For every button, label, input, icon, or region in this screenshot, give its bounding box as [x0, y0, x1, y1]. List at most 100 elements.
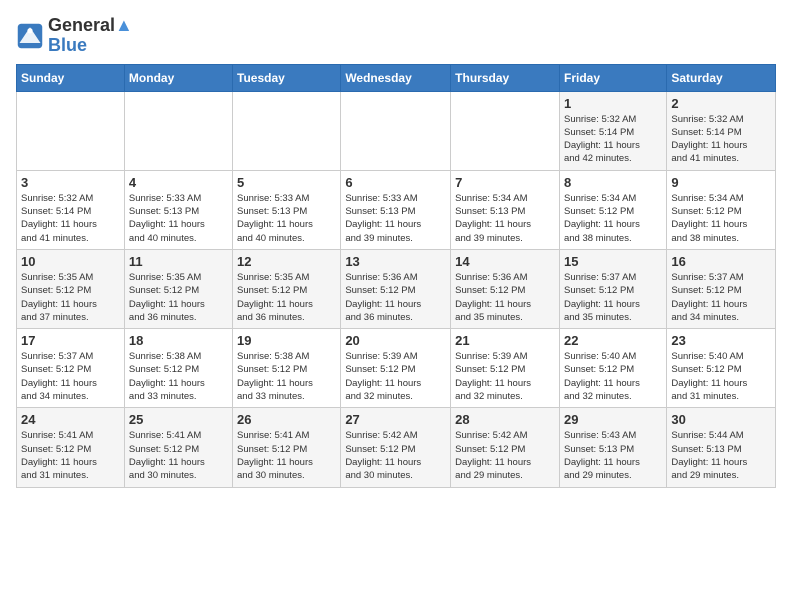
calendar-cell: 2 Sunrise: 5:32 AM Sunset: 5:14 PM Daylig…: [667, 91, 776, 170]
weekday-header-tuesday: Tuesday: [233, 64, 341, 91]
day-info: Sunrise: 5:34 AM Sunset: 5:12 PM Dayligh…: [564, 192, 662, 245]
calendar-cell: [451, 91, 560, 170]
calendar-cell: [17, 91, 125, 170]
day-info: Sunrise: 5:34 AM Sunset: 5:12 PM Dayligh…: [671, 192, 771, 245]
day-number: 29: [564, 412, 662, 427]
day-number: 6: [345, 175, 446, 190]
calendar-cell: 19Sunrise: 5:38 AM Sunset: 5:12 PM Dayli…: [233, 329, 341, 408]
calendar-cell: 27Sunrise: 5:42 AM Sunset: 5:12 PM Dayli…: [341, 408, 451, 487]
day-number: 1: [564, 96, 662, 111]
day-number: 28: [455, 412, 555, 427]
day-info: Sunrise: 5:39 AM Sunset: 5:12 PM Dayligh…: [455, 350, 555, 403]
day-info: Sunrise: 5:33 AM Sunset: 5:13 PM Dayligh…: [129, 192, 228, 245]
day-number: 24: [21, 412, 120, 427]
day-info: Sunrise: 5:35 AM Sunset: 5:12 PM Dayligh…: [21, 271, 120, 324]
day-info: Sunrise: 5:42 AM Sunset: 5:12 PM Dayligh…: [345, 429, 446, 482]
day-number: 18: [129, 333, 228, 348]
day-number: 12: [237, 254, 336, 269]
day-number: 14: [455, 254, 555, 269]
day-info: Sunrise: 5:37 AM Sunset: 5:12 PM Dayligh…: [21, 350, 120, 403]
day-info: Sunrise: 5:42 AM Sunset: 5:12 PM Dayligh…: [455, 429, 555, 482]
day-number: 7: [455, 175, 555, 190]
calendar-week-4: 17 Sunrise: 5:37 AM Sunset: 5:12 PM Dayli…: [17, 329, 776, 408]
day-info: Sunrise: 5:33 AM Sunset: 5:13 PM Dayligh…: [237, 192, 336, 245]
day-number: 21: [455, 333, 555, 348]
calendar-cell: 17 Sunrise: 5:37 AM Sunset: 5:12 PM Dayli…: [17, 329, 125, 408]
day-info: Sunrise: 5:38 AM Sunset: 5:12 PM Dayligh…: [237, 350, 336, 403]
weekday-header-wednesday: Wednesday: [341, 64, 451, 91]
calendar-cell: [124, 91, 232, 170]
calendar-cell: 20 Sunrise: 5:39 AM Sunset: 5:12 PM Dayli…: [341, 329, 451, 408]
day-number: 16: [671, 254, 771, 269]
calendar-cell: 18 Sunrise: 5:38 AM Sunset: 5:12 PM Dayli…: [124, 329, 232, 408]
calendar-cell: 22 Sunrise: 5:40 AM Sunset: 5:12 PM Dayli…: [559, 329, 666, 408]
day-info: Sunrise: 5:36 AM Sunset: 5:12 PM Dayligh…: [455, 271, 555, 324]
calendar-cell: 24 Sunrise: 5:41 AM Sunset: 5:12 PM Dayli…: [17, 408, 125, 487]
day-number: 17: [21, 333, 120, 348]
day-info: Sunrise: 5:37 AM Sunset: 5:12 PM Dayligh…: [671, 271, 771, 324]
logo-text: General▲ Blue: [48, 16, 133, 56]
day-number: 11: [129, 254, 228, 269]
weekday-header-saturday: Saturday: [667, 64, 776, 91]
day-number: 25: [129, 412, 228, 427]
weekday-header-sunday: Sunday: [17, 64, 125, 91]
calendar-cell: 4Sunrise: 5:33 AM Sunset: 5:13 PM Daylig…: [124, 170, 232, 249]
day-info: Sunrise: 5:32 AM Sunset: 5:14 PM Dayligh…: [671, 113, 771, 166]
day-number: 20: [345, 333, 446, 348]
day-info: Sunrise: 5:44 AM Sunset: 5:13 PM Dayligh…: [671, 429, 771, 482]
calendar-cell: 7 Sunrise: 5:34 AM Sunset: 5:13 PM Daylig…: [451, 170, 560, 249]
logo-icon: [16, 22, 44, 50]
calendar-cell: [341, 91, 451, 170]
calendar-week-2: 3 Sunrise: 5:32 AM Sunset: 5:14 PM Daylig…: [17, 170, 776, 249]
calendar-cell: 26 Sunrise: 5:41 AM Sunset: 5:12 PM Dayli…: [233, 408, 341, 487]
day-number: 22: [564, 333, 662, 348]
day-info: Sunrise: 5:38 AM Sunset: 5:12 PM Dayligh…: [129, 350, 228, 403]
calendar-cell: 12 Sunrise: 5:35 AM Sunset: 5:12 PM Dayli…: [233, 249, 341, 328]
day-info: Sunrise: 5:35 AM Sunset: 5:12 PM Dayligh…: [237, 271, 336, 324]
day-number: 26: [237, 412, 336, 427]
calendar-cell: 5Sunrise: 5:33 AM Sunset: 5:13 PM Daylig…: [233, 170, 341, 249]
day-number: 3: [21, 175, 120, 190]
weekday-header-thursday: Thursday: [451, 64, 560, 91]
calendar-cell: 6 Sunrise: 5:33 AM Sunset: 5:13 PM Daylig…: [341, 170, 451, 249]
calendar-cell: 3 Sunrise: 5:32 AM Sunset: 5:14 PM Daylig…: [17, 170, 125, 249]
day-number: 9: [671, 175, 771, 190]
logo: General▲ Blue: [16, 16, 133, 56]
calendar-cell: 28 Sunrise: 5:42 AM Sunset: 5:12 PM Dayli…: [451, 408, 560, 487]
calendar-cell: 29 Sunrise: 5:43 AM Sunset: 5:13 PM Dayli…: [559, 408, 666, 487]
day-info: Sunrise: 5:36 AM Sunset: 5:12 PM Dayligh…: [345, 271, 446, 324]
calendar-cell: 8 Sunrise: 5:34 AM Sunset: 5:12 PM Daylig…: [559, 170, 666, 249]
day-info: Sunrise: 5:33 AM Sunset: 5:13 PM Dayligh…: [345, 192, 446, 245]
day-info: Sunrise: 5:34 AM Sunset: 5:13 PM Dayligh…: [455, 192, 555, 245]
day-info: Sunrise: 5:37 AM Sunset: 5:12 PM Dayligh…: [564, 271, 662, 324]
day-number: 30: [671, 412, 771, 427]
weekday-header-friday: Friday: [559, 64, 666, 91]
day-info: Sunrise: 5:39 AM Sunset: 5:12 PM Dayligh…: [345, 350, 446, 403]
weekday-header-monday: Monday: [124, 64, 232, 91]
calendar-cell: 14 Sunrise: 5:36 AM Sunset: 5:12 PM Dayli…: [451, 249, 560, 328]
day-info: Sunrise: 5:40 AM Sunset: 5:12 PM Dayligh…: [564, 350, 662, 403]
day-info: Sunrise: 5:43 AM Sunset: 5:13 PM Dayligh…: [564, 429, 662, 482]
calendar-table: SundayMondayTuesdayWednesdayThursdayFrid…: [16, 64, 776, 488]
calendar-week-3: 10Sunrise: 5:35 AM Sunset: 5:12 PM Dayli…: [17, 249, 776, 328]
day-info: Sunrise: 5:41 AM Sunset: 5:12 PM Dayligh…: [21, 429, 120, 482]
day-info: Sunrise: 5:41 AM Sunset: 5:12 PM Dayligh…: [129, 429, 228, 482]
calendar-week-5: 24 Sunrise: 5:41 AM Sunset: 5:12 PM Dayli…: [17, 408, 776, 487]
day-info: Sunrise: 5:41 AM Sunset: 5:12 PM Dayligh…: [237, 429, 336, 482]
calendar-cell: 25 Sunrise: 5:41 AM Sunset: 5:12 PM Dayli…: [124, 408, 232, 487]
calendar-cell: 9 Sunrise: 5:34 AM Sunset: 5:12 PM Daylig…: [667, 170, 776, 249]
page-header: General▲ Blue: [16, 16, 776, 56]
calendar-cell: [233, 91, 341, 170]
calendar-cell: 13 Sunrise: 5:36 AM Sunset: 5:12 PM Dayli…: [341, 249, 451, 328]
calendar-cell: 21 Sunrise: 5:39 AM Sunset: 5:12 PM Dayli…: [451, 329, 560, 408]
day-number: 8: [564, 175, 662, 190]
day-info: Sunrise: 5:32 AM Sunset: 5:14 PM Dayligh…: [21, 192, 120, 245]
calendar-cell: 30 Sunrise: 5:44 AM Sunset: 5:13 PM Dayli…: [667, 408, 776, 487]
calendar-cell: 16 Sunrise: 5:37 AM Sunset: 5:12 PM Dayli…: [667, 249, 776, 328]
calendar-cell: 1Sunrise: 5:32 AM Sunset: 5:14 PM Daylig…: [559, 91, 666, 170]
calendar-cell: 10Sunrise: 5:35 AM Sunset: 5:12 PM Dayli…: [17, 249, 125, 328]
day-number: 2: [671, 96, 771, 111]
day-info: Sunrise: 5:40 AM Sunset: 5:12 PM Dayligh…: [671, 350, 771, 403]
day-number: 13: [345, 254, 446, 269]
weekday-header-row: SundayMondayTuesdayWednesdayThursdayFrid…: [17, 64, 776, 91]
